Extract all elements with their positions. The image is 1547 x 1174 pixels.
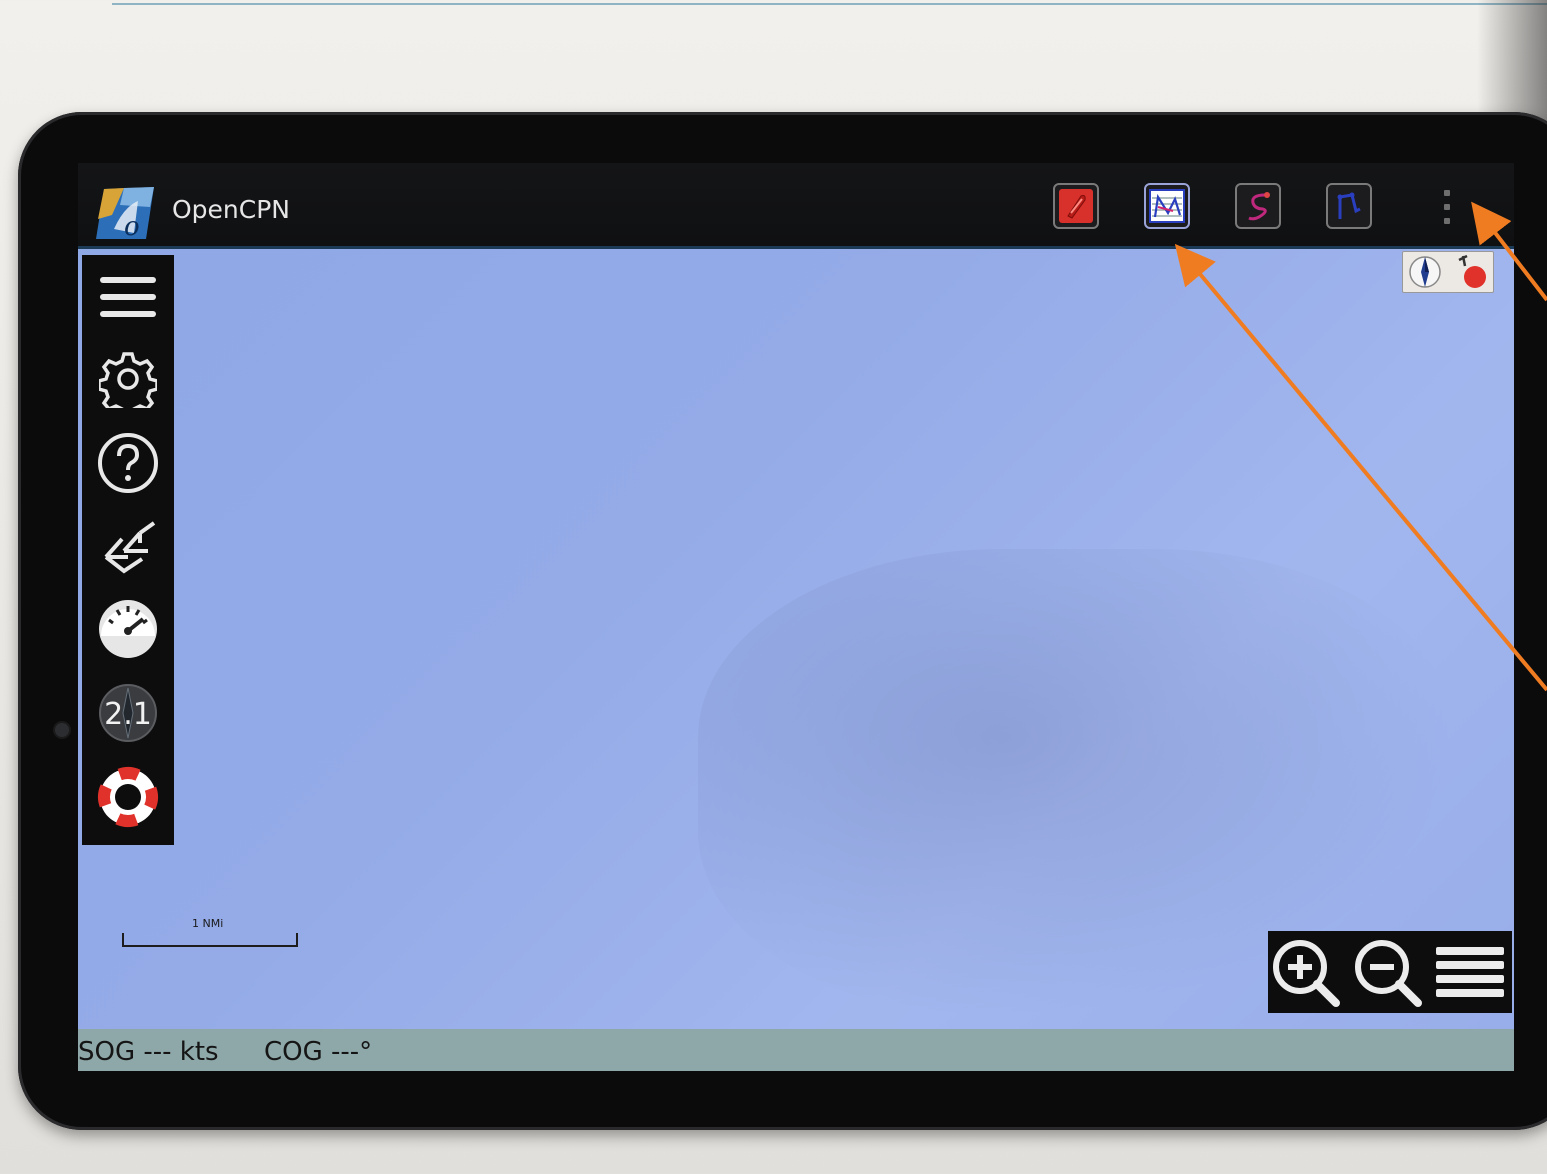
chart-menu-icon — [1436, 947, 1504, 997]
zoom-toolbar — [1268, 931, 1512, 1013]
left-toolbar: 2.1 — [82, 255, 174, 845]
mob-button[interactable] — [94, 763, 162, 831]
sog-readout: SOG --- kts — [78, 1037, 219, 1067]
track-icon — [1248, 192, 1270, 221]
app-screen: o OpenCPN 2.1 1 NMi SOG --- kts COG ---° — [78, 163, 1514, 1071]
compass-gps-widget[interactable] — [1402, 251, 1494, 293]
zoom-out-button[interactable] — [1352, 937, 1424, 1009]
scale-bar — [122, 933, 298, 947]
route-create-button[interactable] — [1326, 183, 1372, 229]
svg-text:o: o — [124, 212, 140, 241]
action-bar: o OpenCPN — [78, 163, 1514, 249]
ownship-icon — [1059, 189, 1093, 223]
app-title: OpenCPN — [172, 195, 291, 224]
gear-icon — [99, 352, 157, 408]
opencpn-logo-icon: o — [96, 187, 154, 241]
track-lines-icon — [104, 521, 156, 574]
scale-label: 1 NMi — [192, 917, 224, 930]
route-manager-button[interactable] — [1144, 183, 1190, 229]
tracks-button[interactable] — [94, 511, 162, 579]
menu-icon — [100, 277, 156, 317]
compass-version-button[interactable]: 2.1 — [94, 679, 162, 747]
compass-gps-icon — [1409, 254, 1486, 288]
lifebuoy-icon — [98, 767, 158, 827]
ownship-button[interactable] — [1053, 183, 1099, 229]
zoom-out-icon — [1355, 940, 1422, 1007]
route-create-icon — [1337, 192, 1361, 219]
top-rule — [112, 3, 1547, 5]
dashboard-gauge-icon — [99, 600, 157, 658]
dashboard-button[interactable] — [94, 595, 162, 663]
compass-version-icon: 2.1 — [99, 684, 157, 742]
route-manager-icon — [1149, 189, 1185, 223]
help-button[interactable] — [94, 429, 162, 497]
cog-readout: COG ---° — [264, 1037, 373, 1067]
camera-lens — [55, 723, 69, 737]
menu-button[interactable] — [94, 263, 162, 331]
track-button[interactable] — [1235, 183, 1281, 229]
status-bar: SOG --- kts COG ---° — [78, 1029, 1514, 1071]
compass-version-label: 2.1 — [104, 697, 152, 732]
chart-menu-button[interactable] — [1434, 937, 1506, 1009]
more-vertical-icon[interactable] — [1440, 190, 1454, 224]
zoom-in-icon — [1273, 940, 1340, 1007]
chart-canvas[interactable]: 2.1 1 NMi — [78, 249, 1514, 1029]
settings-button[interactable] — [94, 345, 162, 413]
help-icon — [98, 433, 158, 493]
zoom-in-button[interactable] — [1270, 937, 1342, 1009]
